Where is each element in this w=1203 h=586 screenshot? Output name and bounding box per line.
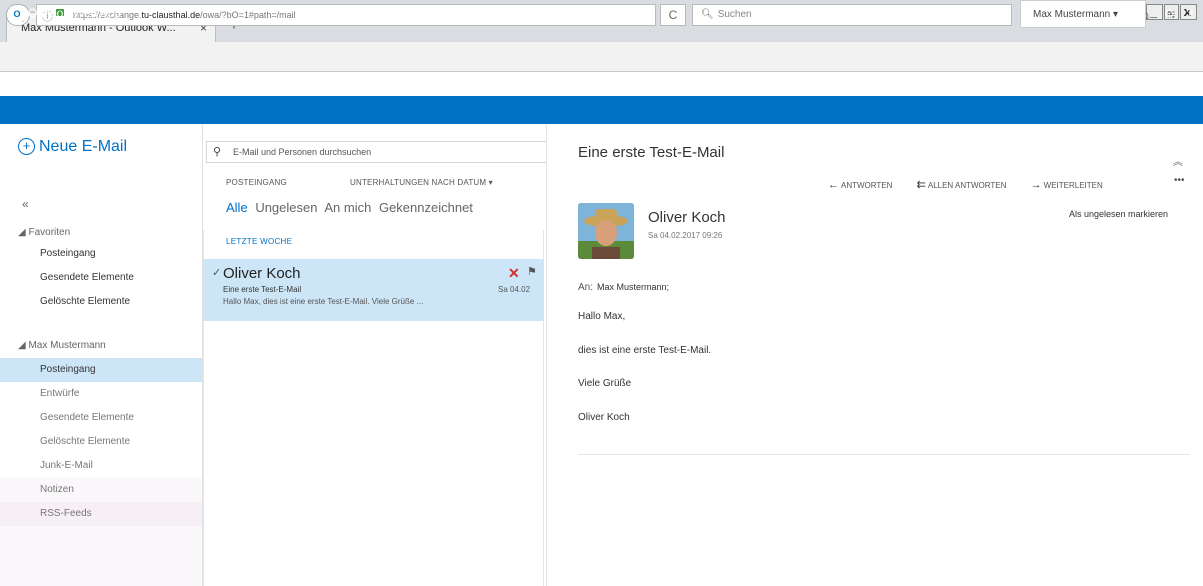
forward-arrow-icon: → xyxy=(1030,179,1042,191)
app-title: Outlook Web App xyxy=(28,6,122,20)
folder-rss[interactable]: RSS-Feeds xyxy=(0,502,202,526)
new-mail-label: Neue E-Mail xyxy=(39,138,128,155)
folder-junk[interactable]: Junk-E-Mail xyxy=(0,454,202,478)
mailbox-header[interactable]: ◢ Max Mustermann xyxy=(18,340,106,351)
filter-unread[interactable]: Ungelesen xyxy=(255,200,317,215)
filter-all[interactable]: Alle xyxy=(226,200,248,215)
forward-button[interactable]: → WEITERLEITEN xyxy=(1031,179,1103,191)
reply-button[interactable]: ← ANTWORTEN xyxy=(828,179,892,191)
message-subject: Eine erste Test-E-Mail xyxy=(223,285,302,294)
filter-bar: Alle Ungelesen An mich Gekennzeichnet xyxy=(226,200,477,215)
browser-nav-bar xyxy=(0,42,1203,72)
forward-label: WEITERLEITEN xyxy=(1043,181,1103,190)
body-line: Viele Grüße xyxy=(578,378,632,389)
to-label: An: xyxy=(578,282,594,293)
nav-mail[interactable]: E-Mail xyxy=(775,8,804,23)
favorites-header[interactable]: ◢ Favoriten xyxy=(18,227,70,238)
reading-subject: Eine erste Test-E-Mail xyxy=(578,144,725,161)
body-line: Oliver Koch xyxy=(578,412,630,423)
sort-dropdown[interactable]: UNTERHALTUNGEN NACH DATUM ▾ xyxy=(350,178,493,187)
browser-search-placeholder: Suchen xyxy=(717,9,752,20)
folder-notes[interactable]: Notizen xyxy=(0,478,202,502)
reload-button[interactable]: C xyxy=(660,4,686,26)
group-header-last-week: LETZTE WOCHE xyxy=(226,237,293,246)
reply-all-arrow-icon: ⇇ xyxy=(916,179,926,191)
url-path: /owa/?bO=1#path=/mail xyxy=(200,10,296,20)
more-actions-icon[interactable]: ••• xyxy=(1174,175,1185,186)
body-line: Hallo Max, xyxy=(578,311,626,322)
reply-label: ANTWORTEN xyxy=(841,181,893,190)
message-sender: Oliver Koch xyxy=(223,265,301,282)
help-icon[interactable]: ? xyxy=(1186,6,1193,21)
folder-drafts[interactable]: Entwürfe xyxy=(0,382,202,406)
sender-name[interactable]: Oliver Koch xyxy=(648,209,726,226)
search-icon: ⚲ xyxy=(213,146,222,158)
app-nav: E-Mail Kalender Personen Aufgaben xyxy=(775,8,977,23)
folder-inbox[interactable]: Posteingang xyxy=(0,358,202,382)
new-mail-button[interactable]: + Neue E-Mail xyxy=(18,138,127,156)
body-line: dies ist eine erste Test-E-Mail. xyxy=(578,345,712,356)
list-folder-label: POSTEINGANG xyxy=(226,178,287,187)
owa-header xyxy=(0,96,1203,124)
divider xyxy=(578,454,1190,455)
delete-icon[interactable]: ✕ xyxy=(508,265,520,282)
page-top-spacer xyxy=(0,72,1203,96)
folder-deleted[interactable]: Gelöschte Elemente xyxy=(0,430,202,454)
outlook-logo-icon: O xyxy=(10,7,24,21)
recipient[interactable]: Max Mustermann; xyxy=(597,282,669,292)
filter-flagged[interactable]: Gekennzeichnet xyxy=(379,200,473,215)
mark-unread-link[interactable]: Als ungelesen markieren xyxy=(1069,209,1168,219)
reading-actions: ← ANTWORTEN ⇇ ALLEN ANTWORTEN → WEITERLEITE… xyxy=(828,178,1125,191)
nav-tasks[interactable]: Aufgaben xyxy=(924,8,967,19)
url-bar[interactable]: https://exchange.tu-clausthal.de/owa/?bO… xyxy=(36,4,656,26)
checkmark-icon[interactable]: ✓ xyxy=(212,266,221,279)
flag-icon[interactable]: ⚑ xyxy=(527,265,537,278)
folder-sent[interactable]: Gesendete Elemente xyxy=(0,406,202,430)
reply-arrow-icon: ← xyxy=(828,179,839,191)
search-icon: 🔍︎ xyxy=(701,9,714,20)
sent-date: Sa 04.02.2017 09:26 xyxy=(648,231,723,240)
favorite-deleted[interactable]: Gelöschte Elemente xyxy=(0,290,202,314)
mail-search-input[interactable]: E-Mail und Personen durchsuchen xyxy=(206,141,547,163)
avatar xyxy=(578,203,634,259)
reply-all-button[interactable]: ⇇ ALLEN ANTWORTEN xyxy=(917,178,1007,191)
user-menu[interactable]: Max Mustermann ▾ xyxy=(1020,0,1146,28)
plus-circle-icon: + xyxy=(18,138,35,155)
recipient-line: An: Max Mustermann; xyxy=(578,282,669,293)
filter-to-me[interactable]: An mich xyxy=(324,200,371,215)
gear-icon[interactable]: ⚙ xyxy=(1164,7,1175,21)
pane-divider xyxy=(546,124,547,586)
favorite-inbox[interactable]: Posteingang xyxy=(0,242,202,266)
url-host: tu-clausthal.de xyxy=(141,10,201,20)
collapse-up-icon[interactable]: ︽ xyxy=(1173,153,1183,168)
message-preview: Hallo Max, dies ist eine erste Test-E-Ma… xyxy=(223,297,424,306)
nav-calendar[interactable]: Kalender xyxy=(816,8,856,19)
collapse-pane-icon[interactable]: « xyxy=(22,197,29,211)
message-date: Sa 04.02 xyxy=(498,285,531,294)
reply-all-label: ALLEN ANTWORTEN xyxy=(927,181,1007,190)
nav-people[interactable]: Personen xyxy=(869,8,912,19)
favorite-sent[interactable]: Gesendete Elemente xyxy=(0,266,202,290)
